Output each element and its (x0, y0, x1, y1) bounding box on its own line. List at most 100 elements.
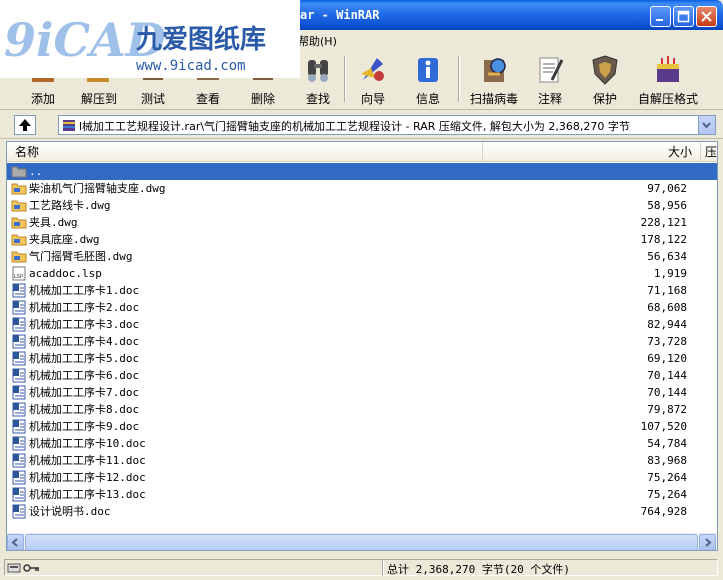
menu-help[interactable]: 帮助(H) (298, 33, 337, 49)
chevron-down-icon (702, 122, 711, 129)
file-list[interactable]: 名称 大小 压 .. 柴油机气门摇臂轴支座.dwg 97,062 工艺路线卡.dwg… (6, 141, 718, 551)
file-size: 54,784 (647, 437, 687, 450)
minimize-button[interactable] (650, 6, 671, 27)
file-name: 机械加工工序卡9.doc (29, 420, 140, 433)
horizontal-scrollbar[interactable] (7, 533, 717, 550)
file-row[interactable]: 机械加工工序卡3.doc 82,944 (7, 316, 717, 333)
status-summary: 总计 2,368,270 字节(20 个文件) (387, 563, 570, 576)
folder-icon (11, 166, 27, 178)
file-row[interactable]: 工艺路线卡.dwg 58,956 (7, 197, 717, 214)
file-size: 68,608 (647, 301, 687, 314)
wizard-button[interactable]: 向导 (348, 50, 398, 108)
file-name: 机械加工工序卡7.doc (29, 386, 140, 399)
file-size: 764,928 (640, 505, 687, 518)
drive-key-icon (7, 563, 39, 573)
file-name: 机械加工工序卡5.doc (29, 352, 140, 365)
word-doc-icon (12, 487, 26, 502)
file-name: 机械加工工序卡11.doc (29, 454, 146, 467)
path-combobox[interactable]: l械加工工艺规程设计.rar\气门摇臂轴支座的机械加工工艺规程设计 - RAR … (58, 115, 716, 135)
scroll-right-button[interactable] (699, 534, 716, 550)
find-icon (308, 60, 328, 82)
column-header-size[interactable]: 大小 (483, 142, 701, 162)
file-row[interactable]: 机械加工工序卡8.doc 79,872 (7, 401, 717, 418)
file-row[interactable]: 设计说明书.doc 764,928 (7, 503, 717, 520)
svg-text:LSP: LSP (14, 274, 23, 280)
info-icon (418, 58, 438, 82)
file-size: 70,144 (647, 386, 687, 399)
info-button[interactable]: 信息 (403, 50, 453, 108)
file-row[interactable]: 机械加工工序卡7.doc 70,144 (7, 384, 717, 401)
file-size: 82,944 (647, 318, 687, 331)
file-row[interactable]: 机械加工工序卡5.doc 69,120 (7, 350, 717, 367)
file-size: 71,168 (647, 284, 687, 297)
file-row[interactable]: LSP acaddoc.lsp 1,919 (7, 265, 717, 282)
file-size: 70,144 (647, 369, 687, 382)
file-name: 机械加工工序卡3.doc (29, 318, 140, 331)
maximize-button[interactable] (673, 6, 694, 27)
file-row[interactable]: 机械加工工序卡12.doc 75,264 (7, 469, 717, 486)
file-size: 58,956 (647, 199, 687, 212)
comment-button[interactable]: 注释 (525, 50, 575, 108)
file-size: 97,062 (647, 182, 687, 195)
archive-icon (63, 120, 75, 131)
file-row[interactable]: 机械加工工序卡9.doc 107,520 (7, 418, 717, 435)
file-row[interactable]: 柴油机气门摇臂轴支座.dwg 97,062 (7, 180, 717, 197)
file-row[interactable]: 机械加工工序卡10.doc 54,784 (7, 435, 717, 452)
file-name: 夹具.dwg (29, 216, 78, 229)
word-doc-icon (12, 351, 26, 366)
file-row[interactable]: 气门摇臂毛胚图.dwg 56,634 (7, 248, 717, 265)
file-name: 机械加工工序卡8.doc (29, 403, 140, 416)
maximize-icon (677, 10, 690, 23)
file-name: acaddoc.lsp (29, 267, 102, 280)
parent-folder-row[interactable]: .. (7, 163, 717, 180)
svg-text:www.9icad.com: www.9icad.com (136, 58, 246, 74)
wizard-icon (361, 58, 384, 81)
file-row[interactable]: 机械加工工序卡4.doc 73,728 (7, 333, 717, 350)
dwg-file-icon (11, 183, 27, 195)
file-name: 机械加工工序卡1.doc (29, 284, 140, 297)
protect-icon (592, 55, 618, 85)
close-button[interactable] (696, 6, 717, 27)
file-size: 75,264 (647, 488, 687, 501)
file-row[interactable]: 机械加工工序卡1.doc 71,168 (7, 282, 717, 299)
protect-button[interactable]: 保护 (580, 50, 630, 108)
file-name: 夹具底座.dwg (29, 233, 100, 246)
find-button[interactable]: 查找 (293, 50, 343, 108)
up-arrow-icon (19, 119, 31, 131)
scroll-thumb[interactable] (25, 534, 698, 550)
word-doc-icon (12, 385, 26, 400)
file-row[interactable]: 机械加工工序卡13.doc 75,264 (7, 486, 717, 503)
file-row[interactable]: 机械加工工序卡6.doc 70,144 (7, 367, 717, 384)
minimize-icon (656, 19, 663, 21)
file-size: 228,121 (640, 216, 687, 229)
file-size: 1,919 (653, 267, 687, 280)
file-row[interactable]: 机械加工工序卡11.doc 83,968 (7, 452, 717, 469)
up-folder-button[interactable] (14, 115, 36, 135)
file-row[interactable]: 夹具.dwg 228,121 (7, 214, 717, 231)
column-header-name[interactable]: 名称 (7, 142, 483, 162)
file-size: 56,634 (647, 250, 687, 263)
word-doc-icon (12, 334, 26, 349)
list-rows: .. 柴油机气门摇臂轴支座.dwg 97,062 工艺路线卡.dwg 58,956 夹具… (7, 163, 717, 520)
path-dropdown-button[interactable] (698, 116, 715, 134)
dwg-file-icon (11, 251, 27, 263)
file-row[interactable]: 夹具底座.dwg 178,122 (7, 231, 717, 248)
word-doc-icon (12, 368, 26, 383)
status-bar: 总计 2,368,270 字节(20 个文件) (0, 555, 723, 580)
file-size: 69,120 (647, 352, 687, 365)
file-name: 气门摇臂毛胚图.dwg (29, 250, 133, 263)
window-title: ar - WinRAR (300, 8, 380, 22)
word-doc-icon (12, 283, 26, 298)
sfx-icon (657, 56, 679, 82)
column-header-packed[interactable]: 压 (701, 142, 717, 162)
file-row[interactable]: 机械加工工序卡2.doc 68,608 (7, 299, 717, 316)
file-name: 工艺路线卡.dwg (29, 199, 111, 212)
virus-scan-button[interactable]: 扫描病毒 (464, 50, 524, 108)
file-size: 107,520 (640, 420, 687, 433)
file-name: 设计说明书.doc (29, 505, 111, 518)
chevron-right-icon (705, 538, 712, 547)
word-doc-icon (12, 419, 26, 434)
scroll-left-button[interactable] (7, 534, 24, 550)
word-doc-icon (12, 436, 26, 451)
sfx-button[interactable]: 自解压格式 (636, 50, 700, 108)
